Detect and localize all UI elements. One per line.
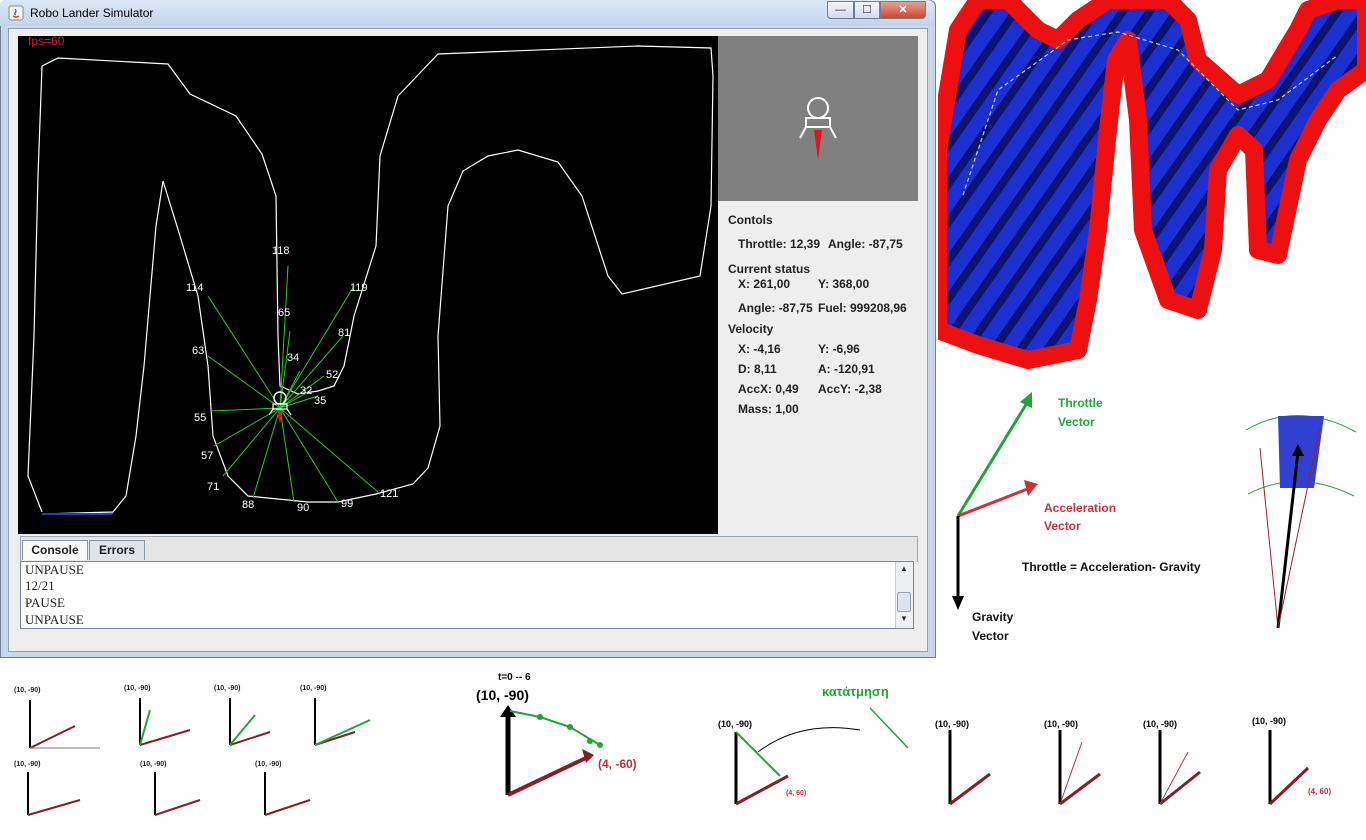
screen: Robo Lander Simulator — ☐ ✕ 118 114 119 … <box>0 0 1366 840</box>
sensor-label: 55 <box>194 412 206 424</box>
terrain-render <box>938 0 1366 369</box>
sensor-label: 32 <box>300 385 312 397</box>
velocity-a-readout: A: -120,91 <box>818 362 875 376</box>
segmentation-label: κατάτμηση <box>822 684 889 699</box>
tab-errors[interactable]: Errors <box>89 540 145 560</box>
status-heading: Current status <box>728 262 811 276</box>
cone-diagram <box>1245 415 1357 629</box>
sensor-label: 119 <box>350 282 368 294</box>
small-vector-label: (10, -90) <box>1143 719 1178 729</box>
sensor-label: 88 <box>242 499 254 511</box>
small-vector-label: (10, -90) <box>1252 716 1287 726</box>
acceleration-vector-label: Vector <box>1044 519 1081 533</box>
accx-readout: AccX: 0,49 <box>738 382 799 396</box>
big-vector-label: (4, -60) <box>598 757 637 771</box>
maximize-icon: ☐ <box>862 4 872 16</box>
gravity-vector-label: Gravity <box>972 610 1014 624</box>
console-output[interactable]: UNPAUSE 12/21 PAUSE UNPAUSE <box>20 561 914 629</box>
sensor-label: 65 <box>278 307 290 319</box>
velocity-d-readout: D: 8,11 <box>738 362 777 376</box>
position-x-readout: X: 261,00 <box>738 277 791 291</box>
close-icon: ✕ <box>898 4 908 16</box>
lander-preview-sprite <box>799 97 837 160</box>
svg-text:(10, -90): (10, -90) <box>14 687 40 694</box>
controls-heading: Contols <box>728 213 773 227</box>
sensor-label: 90 <box>297 502 309 514</box>
throttle-vector-label: Throttle <box>1058 396 1103 410</box>
sensor-label: 35 <box>314 395 326 407</box>
position-y-readout: Y: 368,00 <box>818 277 870 291</box>
scroll-thumb[interactable] <box>897 592 911 612</box>
svg-text:(10, -90): (10, -90) <box>14 761 40 768</box>
console-line: 12/21 <box>25 578 55 593</box>
sensor-label: 52 <box>326 369 338 381</box>
sensor-label: 34 <box>287 352 299 364</box>
sensor-label: 118 <box>272 245 290 257</box>
small-vector-label: (10, -90) <box>1044 719 1079 729</box>
console-line: PAUSE <box>25 595 65 610</box>
tab-strip <box>20 536 918 562</box>
small-vector-label: (4, 60) <box>786 790 807 797</box>
svg-text:(10, -90): (10, -90) <box>255 761 281 768</box>
scroll-down-icon[interactable]: ▼ <box>897 614 911 626</box>
console-line: UNPAUSE <box>25 612 84 627</box>
svg-text:(10, -90): (10, -90) <box>214 685 240 692</box>
small-vector-label: (4, 60) <box>1308 787 1332 796</box>
window-title: Robo Lander Simulator <box>30 6 154 20</box>
scroll-up-icon[interactable]: ▲ <box>897 564 911 576</box>
sensor-label: 99 <box>341 498 353 510</box>
close-button[interactable]: ✕ <box>880 1 926 19</box>
sensor-label: 81 <box>338 327 350 339</box>
vector-equation: Throttle = Acceleration- Gravity <box>1022 560 1201 574</box>
small-vector-label: (10, -90) <box>718 719 753 729</box>
sensor-label: 121 <box>380 488 398 500</box>
cave-outline <box>27 45 714 515</box>
svg-text:(10, -90): (10, -90) <box>300 685 326 692</box>
velocity-x-readout: X: -4,16 <box>738 342 781 356</box>
velocity-y-readout: Y: -6,96 <box>818 342 860 356</box>
fuel-readout: Fuel: 999208,96 <box>818 301 907 315</box>
small-vector-label: (10, -90) <box>935 719 970 729</box>
svg-text:(10, -90): (10, -90) <box>140 761 166 768</box>
java-app-icon <box>8 5 24 21</box>
minimize-icon: — <box>835 4 846 16</box>
acceleration-vector-label: Acceleration <box>1044 501 1117 515</box>
control-angle-readout: Angle: -87,75 <box>828 237 903 251</box>
velocity-heading: Velocity <box>728 322 774 336</box>
time-range-label: t=0 -- 6 <box>498 672 531 683</box>
small-vector-sketches: (10, -90) (10, -90) (10, -90) (10, -90) (10… <box>14 685 371 816</box>
throttle-vector-label: Vector <box>1058 415 1095 429</box>
tab-console[interactable]: Console <box>22 540 88 560</box>
mass-readout: Mass: 1,00 <box>738 402 799 416</box>
big-vector-sketch <box>500 705 603 797</box>
fps-counter: fps=60 <box>28 34 65 48</box>
sensor-label: 71 <box>207 481 219 493</box>
maximize-button[interactable]: ☐ <box>854 1 880 19</box>
svg-text:(10, -90): (10, -90) <box>124 685 150 692</box>
gravity-vector-label: Vector <box>972 629 1009 643</box>
sensor-label: 63 <box>192 345 204 357</box>
console-line: UNPAUSE <box>25 562 84 577</box>
terrain-svg: 118 114 119 65 81 63 34 52 32 35 55 57 7… <box>27 45 714 515</box>
minimize-button[interactable]: — <box>827 1 854 19</box>
status-angle-readout: Angle: -87,75 <box>738 301 813 315</box>
accy-readout: AccY: -2,38 <box>818 382 882 396</box>
sensor-labels: 118 114 119 65 81 63 34 52 32 35 55 57 7… <box>186 245 398 514</box>
throttle-readout: Throttle: 12,39 <box>738 237 821 251</box>
sensor-label: 57 <box>201 450 213 462</box>
sensor-rays <box>207 265 379 503</box>
sensor-label: 114 <box>186 282 204 294</box>
big-vector-label: (10, -90) <box>476 687 529 703</box>
